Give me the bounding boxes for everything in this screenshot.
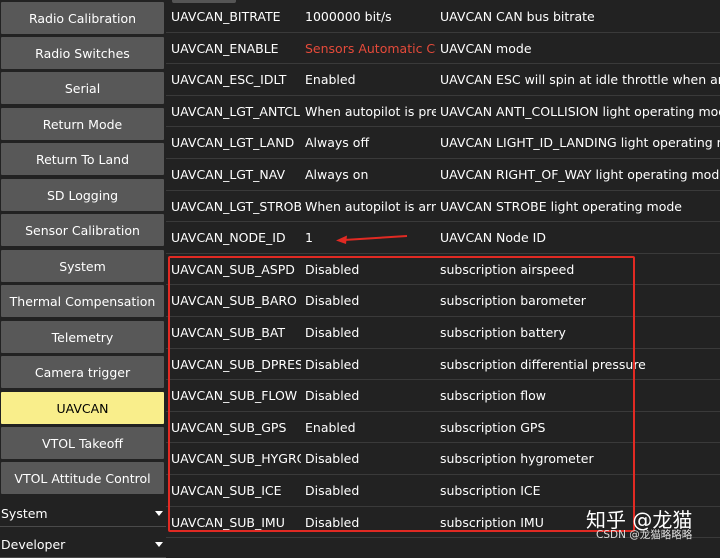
- param-name: UAVCAN_BITRATE: [171, 9, 281, 24]
- caret-down-icon: [155, 511, 163, 516]
- sidebar-item-return-to-land[interactable]: Return To Land: [1, 143, 164, 175]
- sidebar-item-system[interactable]: System: [1, 250, 164, 282]
- sidebar-item-telemetry[interactable]: Telemetry: [1, 321, 164, 353]
- table-row[interactable]: UAVCAN_BITRATE 1000000 bit/s UAVCAN CAN …: [166, 1, 720, 33]
- table-row[interactable]: UAVCAN_LGT_ANTCL When autopilot is prear…: [166, 96, 720, 128]
- sidebar: Radio Calibration Radio Switches Serial …: [0, 0, 166, 558]
- sidebar-item-vtol-takeoff[interactable]: VTOL Takeoff: [1, 427, 164, 459]
- annotation-highlight-box: [168, 256, 635, 532]
- param-description: UAVCAN CAN bus bitrate: [440, 9, 595, 24]
- sidebar-item-radio-switches[interactable]: Radio Switches: [1, 37, 164, 69]
- group-dropdown-system[interactable]: System: [0, 501, 166, 527]
- table-row[interactable]: UAVCAN_ESC_IDLT Enabled UAVCAN ESC will …: [166, 64, 720, 96]
- param-name: UAVCAN_ENABLE: [171, 40, 279, 56]
- param-name: UAVCAN_LGT_NAV: [171, 167, 286, 182]
- param-description: UAVCAN ESC will spin at idle throttle wh…: [440, 72, 720, 88]
- param-name: UAVCAN_LGT_STROB: [171, 198, 301, 214]
- group-dropdown-developer[interactable]: Developer: [0, 532, 166, 558]
- table-row[interactable]: UAVCAN_LGT_NAV Always on UAVCAN RIGHT_OF…: [166, 159, 720, 191]
- sidebar-item-vtol-attitude-control[interactable]: VTOL Attitude Control: [1, 462, 164, 494]
- sidebar-item-uavcan[interactable]: UAVCAN: [1, 392, 164, 424]
- table-row[interactable]: UAVCAN_ENABLE Sensors Automatic Config U…: [166, 33, 720, 65]
- param-description: UAVCAN STROBE light operating mode: [440, 198, 682, 214]
- param-description: UAVCAN RIGHT_OF_WAY light operating mode: [440, 167, 720, 182]
- sidebar-item-serial[interactable]: Serial: [1, 72, 164, 104]
- param-value: Always off: [305, 135, 370, 151]
- dropdown-label: System: [1, 506, 48, 521]
- param-value: When autopilot is prearmed: [305, 103, 436, 119]
- dropdown-label: Developer: [1, 537, 66, 552]
- param-value: Always on: [305, 167, 369, 182]
- table-row[interactable]: UAVCAN_NODE_ID 1 UAVCAN Node ID: [166, 222, 720, 254]
- sidebar-item-sensor-calibration[interactable]: Sensor Calibration: [1, 214, 164, 246]
- param-description: UAVCAN Node ID: [440, 230, 546, 246]
- watermark-sub: CSDN @龙猫略略略: [596, 529, 693, 541]
- sidebar-item-camera-trigger[interactable]: Camera trigger: [1, 356, 164, 388]
- table-row[interactable]: UAVCAN_LGT_STROB When autopilot is armed…: [166, 191, 720, 223]
- annotation-arrow-icon: [336, 235, 408, 244]
- param-name: UAVCAN_ESC_IDLT: [171, 72, 287, 88]
- param-value: Enabled: [305, 72, 356, 88]
- table-row[interactable]: UAVCAN_LGT_LAND Always off UAVCAN LIGHT_…: [166, 127, 720, 159]
- param-name: UAVCAN_LGT_ANTCL: [171, 103, 300, 119]
- caret-down-icon: [155, 542, 163, 547]
- param-value: Sensors Automatic Config: [305, 40, 436, 56]
- param-description: UAVCAN ANTI_COLLISION light operating mo…: [440, 103, 720, 119]
- param-name: UAVCAN_LGT_LAND: [171, 135, 295, 151]
- sidebar-item-return-mode[interactable]: Return Mode: [1, 108, 164, 140]
- param-description: UAVCAN mode: [440, 40, 532, 56]
- param-description: UAVCAN LIGHT_ID_LANDING light operating …: [440, 135, 720, 151]
- param-value: 1000000 bit/s: [305, 9, 392, 24]
- param-value: When autopilot is armed: [305, 198, 436, 214]
- sidebar-item-sd-logging[interactable]: SD Logging: [1, 179, 164, 211]
- sidebar-item-radio-calibration[interactable]: Radio Calibration: [1, 2, 164, 34]
- sidebar-item-thermal-compensation[interactable]: Thermal Compensation: [1, 285, 164, 317]
- param-name: UAVCAN_NODE_ID: [171, 230, 286, 246]
